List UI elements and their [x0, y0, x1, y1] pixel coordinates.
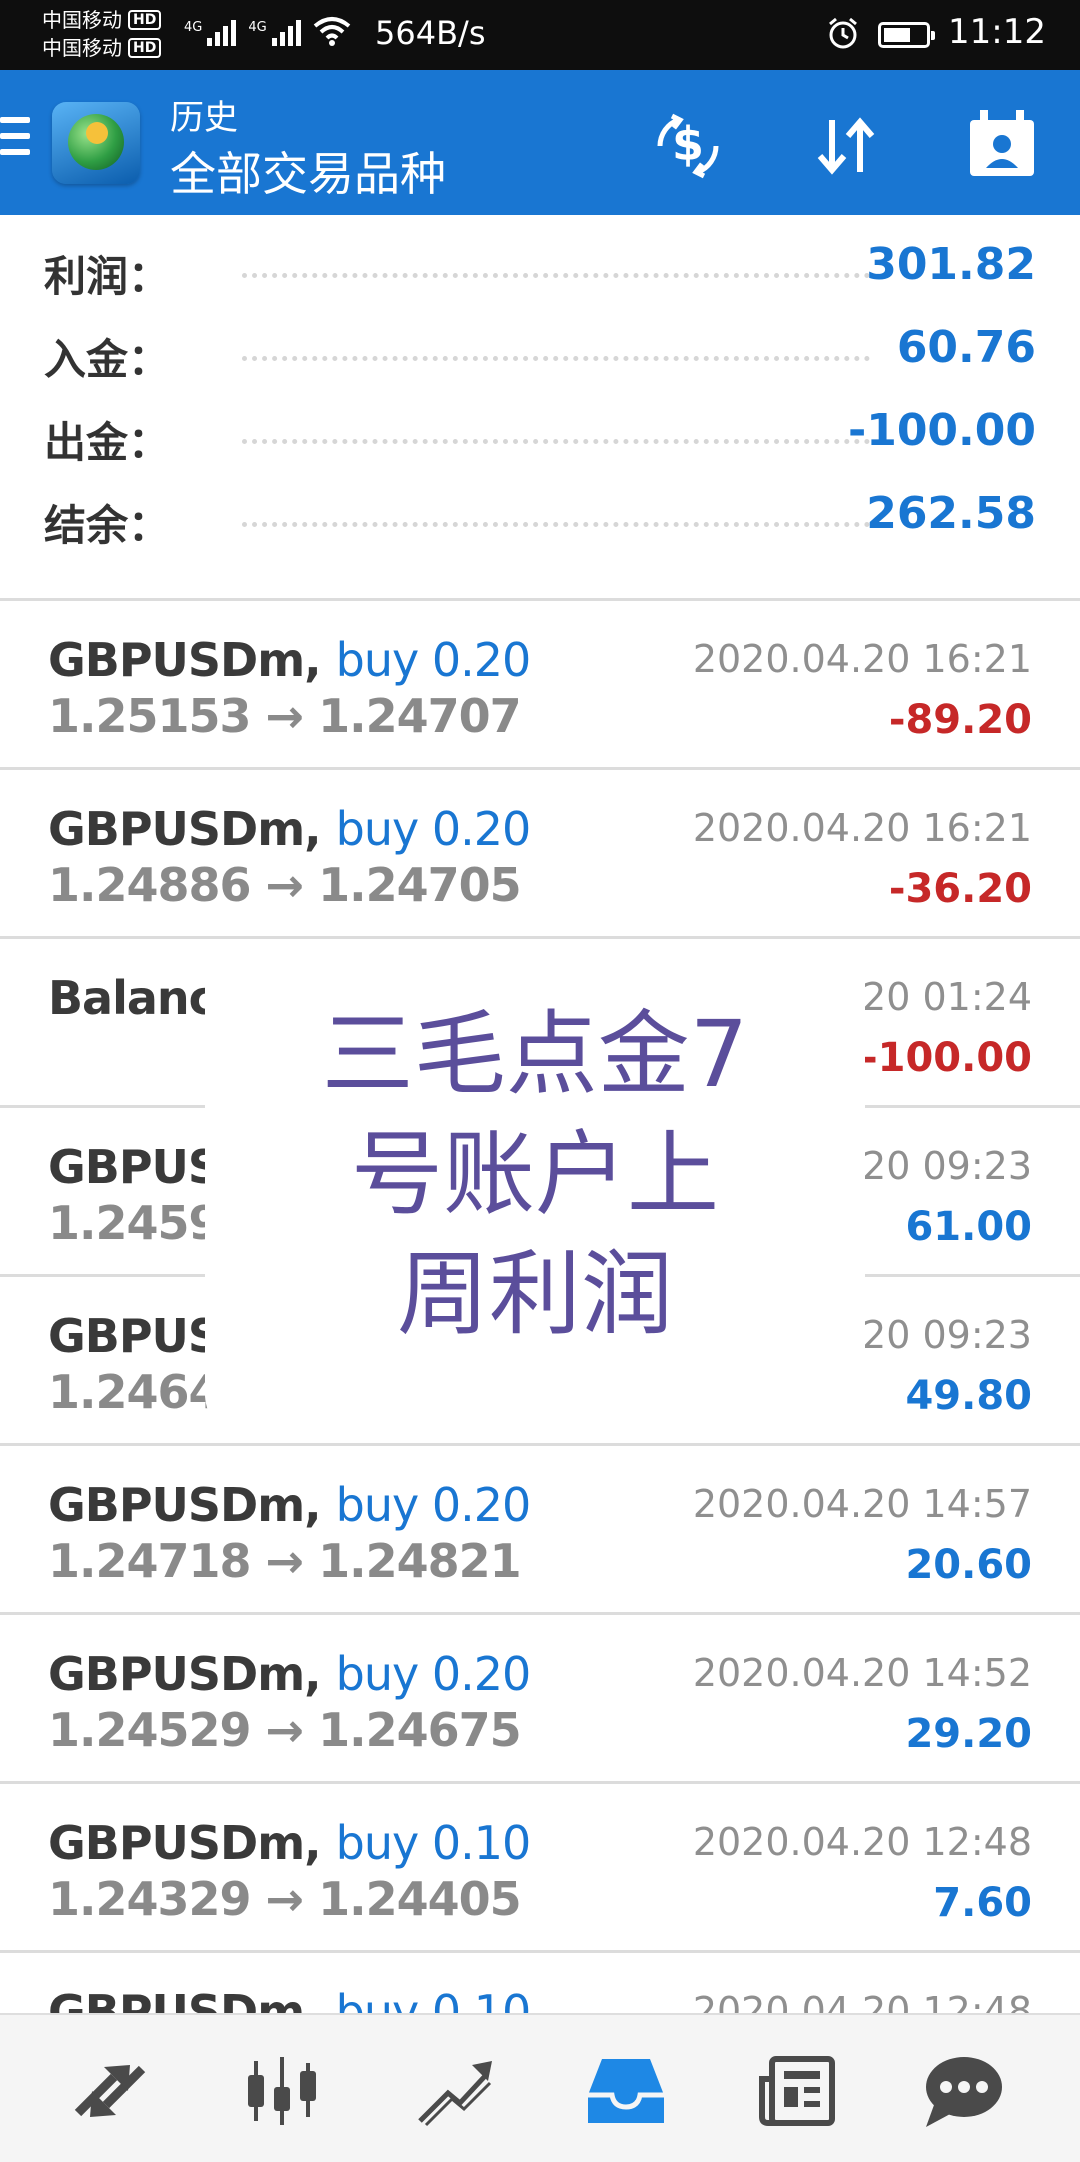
- trade-side: buy 0.10: [335, 1985, 532, 2016]
- trade-prices: 1.25153 → 1.24707: [48, 689, 522, 743]
- trade-row[interactable]: GBPUSDm, buy 0.20 1.24718 → 1.24821 2020…: [0, 1446, 1080, 1615]
- trade-symbol: GBPUSDm,: [48, 1478, 322, 1532]
- trade-profit: -89.20: [888, 697, 1032, 743]
- trade-row[interactable]: GBPUSDm, buy 0.20 1.25153 → 1.24707 2020…: [0, 601, 1080, 770]
- summary-label: 利润：: [44, 252, 171, 301]
- chart-icon[interactable]: [240, 2051, 324, 2131]
- carrier-label-1: 中国移动: [42, 8, 122, 32]
- trade-side: buy 0.20: [335, 1478, 532, 1532]
- trade-side: buy 0.20: [335, 1647, 532, 1701]
- dot-leader: [242, 439, 870, 444]
- trade-side: buy 0.20: [335, 633, 532, 687]
- trade-row[interactable]: GBPUSDm, buy 0.20 1.24886 → 1.24705 2020…: [0, 770, 1080, 939]
- calendar-icon[interactable]: [962, 106, 1042, 186]
- chat-icon[interactable]: [920, 2051, 1004, 2131]
- trade-time: 2020.04.20 16:21: [692, 637, 1032, 681]
- status-bar: 中国移动 HD 中国移动 HD 4G 4G 564B/s 11:12: [0, 0, 1080, 70]
- trade-profit: 61.00: [905, 1204, 1032, 1250]
- quotes-icon[interactable]: [68, 2051, 152, 2131]
- trade-profit: -100.00: [861, 1035, 1032, 1081]
- clock: 11:12: [948, 12, 1046, 52]
- trade-time: 2020.04.20 14:57: [692, 1482, 1032, 1526]
- signal-icon: 4G: [248, 20, 301, 46]
- trade-prices: 1.24529 → 1.24675: [48, 1703, 522, 1757]
- trade-row[interactable]: GBPUSDm, buy 0.20 1.24529 → 1.24675 2020…: [0, 1615, 1080, 1784]
- news-icon[interactable]: [756, 2051, 840, 2131]
- summary-value: 60.76: [896, 322, 1036, 373]
- trade-time: 2020.04.20 14:52: [692, 1651, 1032, 1695]
- trade-time: 2020.04.20 12:48: [692, 1820, 1032, 1864]
- trade-symbol: GBPUSDm,: [48, 1816, 322, 1870]
- app-logo[interactable]: [52, 102, 140, 184]
- summary-label: 出金：: [44, 418, 171, 467]
- watermark-line: 三毛点金7: [321, 1001, 749, 1108]
- summary-value: -100.00: [847, 405, 1036, 456]
- trade-profit: 20.60: [905, 1542, 1032, 1588]
- symbol-filter-title[interactable]: 全部交易品种: [170, 138, 446, 204]
- battery-icon: [878, 22, 935, 48]
- hd-badge: HD: [128, 38, 162, 58]
- trade-time: 2020.04.20 12:48: [692, 1989, 1032, 2016]
- history-icon[interactable]: [584, 2051, 668, 2131]
- section-title: 历史: [170, 98, 238, 138]
- signal-icon: 4G: [184, 20, 237, 46]
- trade-symbol: GBPUSDm,: [48, 1647, 322, 1701]
- trade-symbol: GBPUSDm,: [48, 633, 322, 687]
- summary-label: 结余：: [44, 501, 171, 550]
- summary-row-withdrawal: 出金： -100.00: [0, 393, 1080, 473]
- watermark-line: 号账户上: [350, 1121, 719, 1228]
- currency-exchange-icon[interactable]: $: [648, 106, 728, 186]
- alarm-icon: [829, 17, 857, 49]
- app-bar: 历史 全部交易品种 $: [0, 70, 1080, 215]
- trade-side: buy 0.10: [335, 1816, 532, 1870]
- summary-value: 301.82: [866, 239, 1036, 290]
- summary-row-deposit: 入金： 60.76: [0, 310, 1080, 390]
- dot-leader: [242, 522, 870, 527]
- carrier-info: 中国移动 HD 中国移动 HD: [42, 6, 162, 62]
- summary-row-balance: 结余： 262.58: [0, 476, 1080, 556]
- sort-icon[interactable]: [806, 106, 886, 186]
- trade-profit: 7.60: [933, 1880, 1032, 1926]
- battery-level: [884, 28, 910, 42]
- hd-badge: HD: [128, 10, 162, 30]
- trade-prices: 1.24886 → 1.24705: [48, 858, 522, 912]
- trade-profit: -36.20: [888, 866, 1032, 912]
- summary-label: 入金：: [44, 335, 171, 384]
- trade-prices: 1.24329 → 1.24405: [48, 1872, 522, 1926]
- dot-leader: [242, 356, 870, 361]
- carrier-label-2: 中国移动: [42, 36, 122, 60]
- trade-time: 2020.04.20 16:21: [692, 806, 1032, 850]
- trade-symbol: GBPUSDm,: [48, 1985, 322, 2016]
- trade-row[interactable]: GBPUSDm, buy 0.10 1.24329 → 1.24405 2020…: [0, 1784, 1080, 1953]
- wifi-icon: [313, 17, 350, 46]
- menu-icon[interactable]: [0, 117, 30, 167]
- trade-row[interactable]: GBPUSDm, buy 0.10 2020.04.20 12:48: [0, 1953, 1080, 2016]
- bottom-nav: [0, 2013, 1080, 2162]
- summary-row-profit: 利润： 301.82: [0, 227, 1080, 307]
- watermark-overlay: 三毛点金7 号账户上 周利润: [205, 940, 865, 1440]
- trade-symbol: GBPUSDm,: [48, 802, 322, 856]
- trade-profit: 29.20: [905, 1711, 1032, 1757]
- dot-leader: [242, 273, 870, 278]
- trade-profit: 49.80: [905, 1373, 1032, 1419]
- network-speed: 564B/s: [375, 14, 486, 52]
- trade-side: buy 0.20: [335, 802, 532, 856]
- trade-prices: 1.24718 → 1.24821: [48, 1534, 522, 1588]
- summary-value: 262.58: [866, 488, 1036, 539]
- trade-time: .20 09:23: [849, 1144, 1032, 1188]
- watermark-line: 周利润: [396, 1241, 673, 1348]
- signal-indicators: 4G 4G: [184, 16, 351, 46]
- trade-icon[interactable]: [412, 2051, 496, 2131]
